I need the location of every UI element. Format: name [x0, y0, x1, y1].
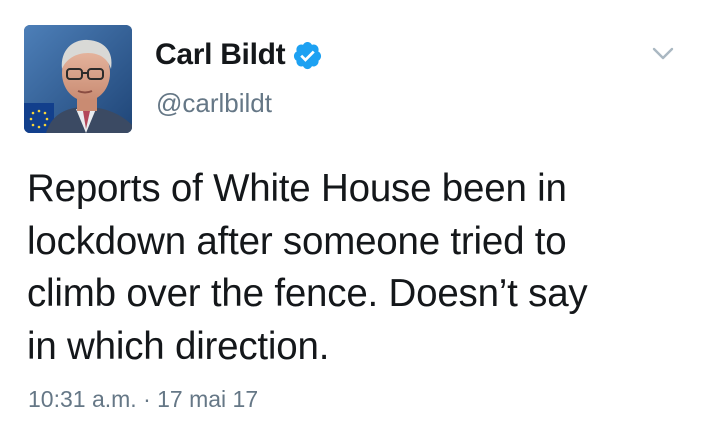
verified-badge-icon: [292, 40, 323, 71]
author-name[interactable]: Carl Bildt: [155, 38, 323, 72]
tweet-text: Reports of White House been in lockdown …: [27, 163, 697, 373]
tweet-text-line: in which direction.: [27, 324, 330, 368]
author-handle[interactable]: @carlbildt: [156, 88, 272, 119]
avatar[interactable]: [24, 25, 132, 133]
author-name-text: Carl Bildt: [155, 38, 286, 71]
avatar-photo: [24, 25, 132, 133]
tweet-text-line: climb over the fence. Doesn’t say: [27, 272, 588, 315]
tweet-card: Carl Bildt @carlbildt Reports of White H…: [0, 0, 705, 439]
tweet-text-line: Reports of White House been in: [27, 167, 567, 210]
tweet-text-line: lockdown after someone tried to: [27, 219, 567, 263]
tweet-timestamp[interactable]: 10:31 a.m. · 17 mai 17: [28, 386, 258, 413]
chevron-down-icon[interactable]: [648, 38, 678, 68]
